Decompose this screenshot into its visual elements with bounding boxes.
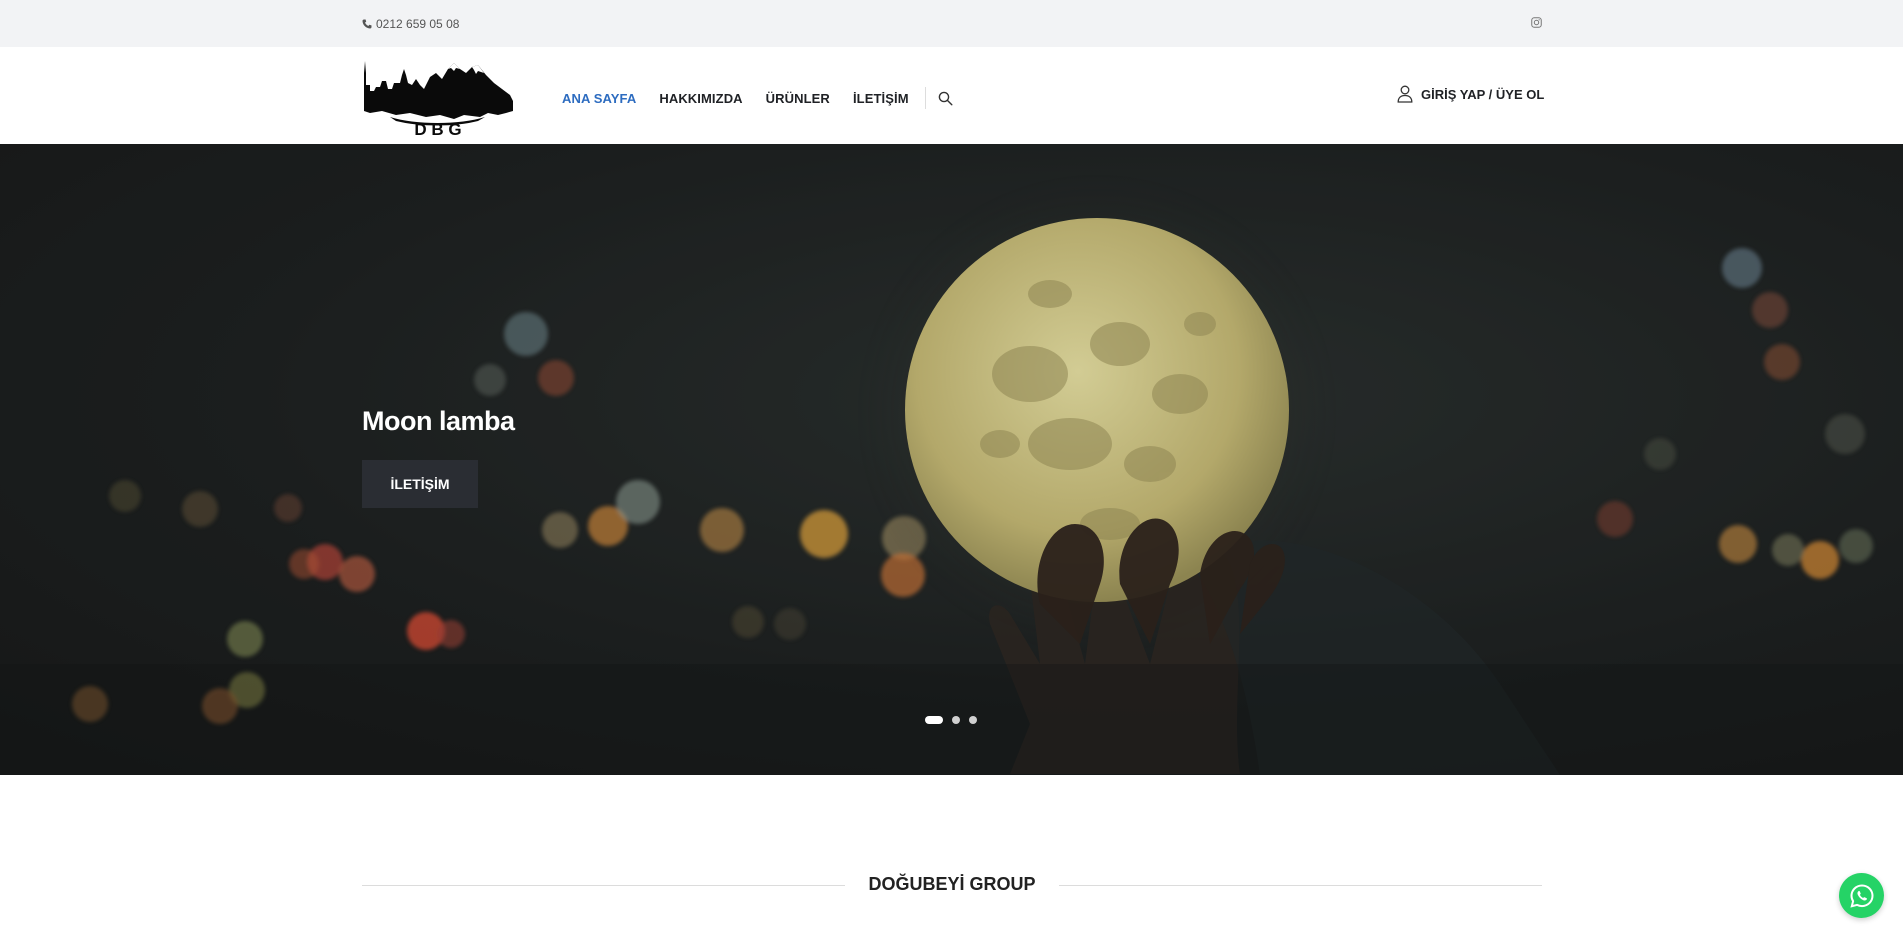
slider-pagination	[925, 716, 977, 724]
whatsapp-icon	[1849, 883, 1874, 908]
heading-divider-left	[362, 885, 845, 886]
main-nav: ANA SAYFA HAKKIMIZDA ÜRÜNLER İLETİŞİM	[562, 87, 953, 109]
section-title: DOĞUBEYİ GROUP	[868, 874, 1036, 894]
slider-dot-2[interactable]	[952, 716, 960, 724]
slider-dot-3[interactable]	[969, 716, 977, 724]
login-register-link[interactable]: GİRİŞ YAP / ÜYE OL	[1397, 85, 1544, 103]
phone-contact[interactable]: 0212 659 05 08	[362, 17, 459, 31]
instagram-icon[interactable]	[1531, 17, 1542, 28]
search-icon[interactable]	[938, 91, 953, 106]
nav-divider	[924, 87, 926, 109]
svg-text:D B G: D B G	[414, 120, 461, 137]
phone-number: 0212 659 05 08	[376, 17, 460, 31]
user-icon	[1397, 85, 1413, 103]
login-label: GİRİŞ YAP / ÜYE OL	[1421, 86, 1545, 102]
nav-contact[interactable]: İLETİŞİM	[853, 91, 909, 106]
nav-products[interactable]: ÜRÜNLER	[766, 91, 830, 106]
hero-background-image	[0, 144, 1903, 775]
heading-divider-right	[1059, 885, 1542, 886]
dbg-logo[interactable]: D B G	[360, 55, 514, 137]
section-heading: DOĞUBEYİ GROUP	[362, 870, 1542, 900]
slide-title: Moon lamba	[362, 406, 515, 436]
hero-slider: Moon lamba İLETİŞİM	[0, 144, 1903, 775]
whatsapp-button[interactable]	[1839, 873, 1884, 918]
phone-icon	[362, 19, 372, 29]
nav-about[interactable]: HAKKIMIZDA	[659, 91, 742, 106]
top-bar: 0212 659 05 08	[0, 0, 1903, 47]
site-header: D B G ANA SAYFA HAKKIMIZDA ÜRÜNLER İLETİ…	[0, 47, 1903, 144]
nav-home[interactable]: ANA SAYFA	[562, 91, 636, 106]
slider-dot-1[interactable]	[925, 716, 943, 724]
slide-contact-button[interactable]: İLETİŞİM	[362, 460, 478, 508]
